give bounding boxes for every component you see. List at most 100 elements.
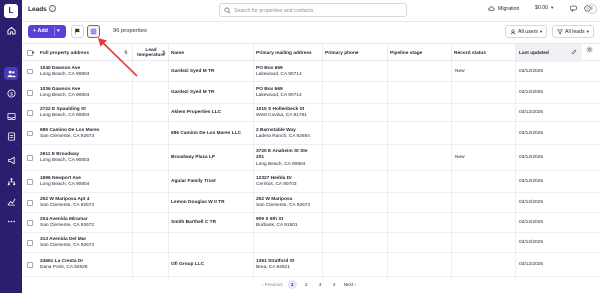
home-icon[interactable] [4, 24, 18, 37]
mailing-address-cell[interactable]: 1391 Stratford St Brea, CA 92821 [256, 259, 322, 272]
messages-button[interactable] [570, 5, 577, 12]
filter-icon [557, 29, 563, 35]
svg-text:$: $ [10, 91, 13, 97]
app-logo[interactable]: L [4, 4, 18, 18]
table-row[interactable]: 2722 E Spaulding St Long Beach, CA 90804 A… [22, 104, 600, 122]
add-separator [54, 27, 55, 36]
edit-icon[interactable] [571, 49, 577, 55]
page-button[interactable]: 2 [302, 280, 311, 289]
table-row[interactable]: 686 Camino De Los Mares San Clemente, CA … [22, 122, 600, 145]
row-checkbox[interactable] [27, 200, 33, 206]
column-header[interactable]: Name [171, 44, 251, 62]
mailing-address-cell[interactable]: 1015 S Hollenbeck St West Covina, CA 9179… [256, 107, 322, 120]
property-address-cell[interactable]: 24661 La Cresta Dr Dana Point, CA 92629 [40, 259, 130, 272]
migration-button[interactable]: Migration [488, 5, 519, 12]
page-button[interactable]: 1 [287, 280, 297, 289]
row-checkbox[interactable] [27, 179, 33, 185]
property-address-cell[interactable]: 1036 Dawson Ave Long Beach, CA 90804 [40, 87, 130, 100]
property-count: 96 properties [113, 28, 147, 34]
record-status-cell[interactable]: New [455, 155, 513, 161]
column-header[interactable]: Primary phone [325, 44, 385, 62]
row-checkbox[interactable] [27, 110, 33, 116]
mailing-address-cell[interactable]: 252 W Mariposa San Clemente, CA 92672 [256, 197, 322, 210]
flag-icon [75, 28, 81, 35]
annotation-arrow [98, 38, 138, 77]
previous-page-button[interactable]: ‹ Previous [262, 282, 283, 287]
mailing-address-cell[interactable]: 2 Barnstable Way Ladera Ranch, CA 92694 [256, 128, 322, 141]
property-address-cell[interactable]: 686 Camino De Los Mares San Clemente, CA … [40, 128, 130, 141]
add-button[interactable]: + Add ▾ [28, 25, 66, 38]
row-checkbox[interactable] [27, 90, 33, 96]
page-button[interactable]: 4 [330, 280, 339, 289]
address-line2: San Clemente, CA 92672 [40, 203, 95, 209]
all-leads-filter[interactable]: All leads ▾ [552, 25, 594, 38]
dollar-icon[interactable]: $ [4, 87, 18, 100]
analytics-icon[interactable] [4, 195, 18, 208]
row-checkbox[interactable] [27, 155, 33, 161]
last-updated-cell: 03/12/2025 [519, 240, 544, 245]
balance-button[interactable]: $0.00 ▾ [535, 5, 553, 11]
column-header[interactable]: Record status [454, 44, 514, 62]
table-row[interactable]: 252 W Mariposa Apt 4 San Clemente, CA 926… [22, 193, 600, 213]
row-checkbox[interactable] [27, 130, 33, 136]
row-checkbox[interactable] [27, 68, 33, 74]
page-button[interactable]: 3 [316, 280, 325, 289]
table-row[interactable]: 2611 E Broadway Long Beach, CA 90803 Broad… [22, 145, 600, 171]
column-header[interactable]: Pipeline stage [390, 44, 450, 62]
property-address-cell[interactable]: 313 Avenida Del Mar San Clemente, CA 9267… [40, 237, 130, 250]
table-row[interactable]: 1696 Newport Ave Long Beach, CA 90804 Agui… [22, 171, 600, 193]
all-users-filter[interactable]: All users ▾ [505, 25, 548, 38]
table-row[interactable]: 204 Avenida Miramar San Clemente, CA 9267… [22, 213, 600, 233]
leads-icon[interactable] [4, 67, 18, 80]
chevron-down-icon[interactable]: ▾ [32, 44, 38, 62]
mailing-line2: Brea, CA 92821 [256, 265, 290, 271]
mailing-address-cell[interactable]: 12327 Hedda Dr Cerritos, CA 90703 [256, 176, 322, 189]
more-icon[interactable] [4, 215, 18, 228]
page-title: Leads [28, 6, 47, 13]
mailing-address-cell[interactable]: PO Box 669 Lakewood, CA 90714 [256, 87, 322, 100]
map-view-button[interactable] [71, 25, 84, 38]
next-page-button[interactable]: Next › [344, 282, 356, 287]
table-row[interactable]: 24661 La Cresta Dr Dana Point, CA 92629 Of… [22, 253, 600, 277]
mailing-address-cell[interactable]: 3720 E Anaheim St Ste 201 Long Beach, CA 9… [256, 149, 322, 168]
owner-name-cell[interactable]: Aguiar Family Trust [171, 179, 251, 185]
migration-icon [488, 6, 495, 11]
owner-name-cell[interactable]: Gardezi Syed M TR [171, 90, 251, 96]
all-users-label: All users [518, 28, 538, 35]
row-checkbox[interactable] [27, 262, 33, 268]
address-line2: Long Beach, CA 90804 [40, 113, 90, 119]
property-address-cell[interactable]: 2722 E Spaulding St Long Beach, CA 90804 [40, 107, 130, 120]
inbox-icon[interactable] [4, 110, 18, 123]
mailing-address-cell[interactable]: PO Box 669 Lakewood, CA 90714 [256, 66, 322, 79]
org-icon[interactable] [4, 175, 18, 188]
table-row[interactable]: 1036 Dawson Ave Long Beach, CA 90804 Garde… [22, 82, 600, 104]
row-checkbox[interactable] [27, 240, 33, 246]
owner-name-cell[interactable]: Ofi Group LLC [171, 262, 251, 268]
info-icon[interactable]: i [49, 5, 56, 12]
owner-name-cell[interactable]: Aklem Properties LLC [171, 110, 251, 116]
settings-icon[interactable] [586, 46, 593, 53]
owner-name-cell[interactable]: Smith Barthell C TR [171, 220, 251, 226]
chevron-down-icon[interactable]: ▾ [57, 28, 60, 34]
last-updated-cell: 03/12/2025 [519, 90, 544, 95]
search-box[interactable] [219, 3, 407, 17]
chevron-down-icon: ▾ [586, 28, 589, 34]
mailing-address-cell[interactable]: 909 S 6th St Burbank, CA 91501 [256, 217, 322, 230]
record-status-cell[interactable]: New [455, 69, 513, 75]
avatar[interactable]: I [587, 4, 597, 14]
owner-name-cell[interactable]: Broadway Plaza LP [171, 155, 251, 161]
table-row[interactable]: 313 Avenida Del Mar San Clemente, CA 9267… [22, 233, 600, 253]
list-icon[interactable] [4, 130, 18, 143]
owner-name-cell[interactable]: Lemon Douglas W II TR [171, 200, 251, 206]
owner-name-cell[interactable]: Gardezi Syed M TR [171, 69, 251, 75]
property-address-cell[interactable]: 2611 E Broadway Long Beach, CA 90803 [40, 152, 130, 165]
property-address-cell[interactable]: 1696 Newport Ave Long Beach, CA 90804 [40, 176, 130, 189]
owner-name-cell[interactable]: 686 Camino De Los Mares LLC [171, 131, 251, 137]
campaign-icon[interactable] [4, 154, 18, 167]
search-input[interactable] [234, 5, 404, 16]
property-address-cell[interactable]: 252 W Mariposa Apt 4 San Clemente, CA 926… [40, 197, 130, 210]
sort-icon[interactable]: ⇅ [160, 44, 166, 62]
column-header[interactable]: Primary mailing address [256, 44, 326, 62]
row-checkbox[interactable] [27, 220, 33, 226]
property-address-cell[interactable]: 204 Avenida Miramar San Clemente, CA 9267… [40, 217, 130, 230]
